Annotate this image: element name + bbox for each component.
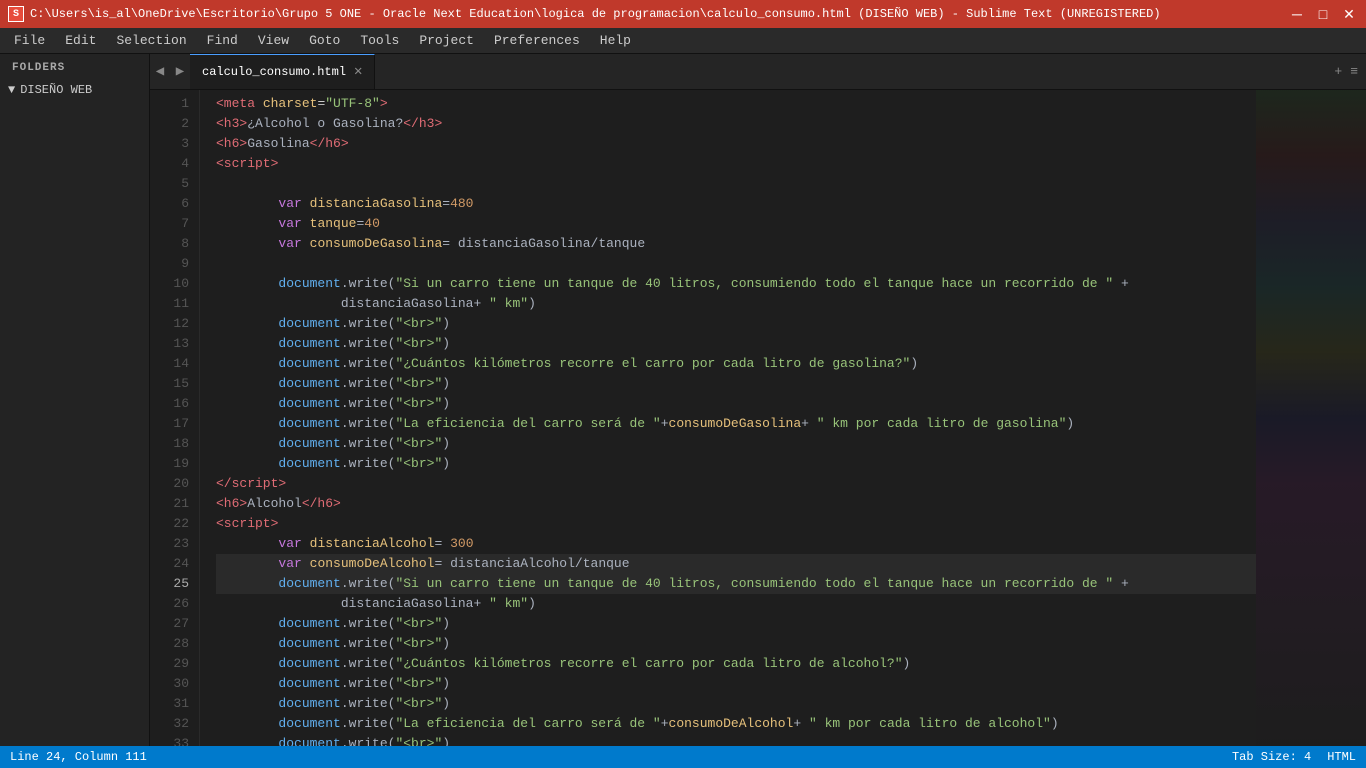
code-line-22: <script> [216, 514, 1256, 534]
code-line-32: document.write("La eficiencia del carro … [216, 714, 1256, 734]
tab-spacer [375, 54, 1326, 89]
tab-actions: + ≡ [1326, 54, 1366, 89]
syntax-language[interactable]: HTML [1327, 750, 1356, 764]
code-line-14: document.write("¿Cuántos kilómetros reco… [216, 354, 1256, 374]
code-line-33: document.write("<br>") [216, 734, 1256, 746]
tab-size-indicator[interactable]: Tab Size: 4 [1232, 750, 1311, 764]
code-line-29: document.write("¿Cuántos kilómetros reco… [216, 654, 1256, 674]
code-line-4: <script> [216, 154, 1256, 174]
code-line-7: var tanque=40 [216, 214, 1256, 234]
tab-bar: ◀ ▶ calculo_consumo.html ✕ + ≡ [150, 54, 1366, 90]
code-line-2: <h3>¿Alcohol o Gasolina?</h3> [216, 114, 1256, 134]
title-bar-left: S C:\Users\is_al\OneDrive\Escritorio\Gru… [8, 6, 1161, 22]
code-line-1: <meta charset="UTF-8"> [216, 94, 1256, 114]
code-line-30: document.write("<br>") [216, 674, 1256, 694]
code-line-3: <h6>Gasolina</h6> [216, 134, 1256, 154]
menu-item-tools[interactable]: Tools [350, 28, 409, 53]
menu-item-project[interactable]: Project [409, 28, 484, 53]
menu-item-preferences[interactable]: Preferences [484, 28, 590, 53]
close-button[interactable]: ✕ [1340, 7, 1358, 21]
tab-calculo-consumo[interactable]: calculo_consumo.html ✕ [190, 54, 375, 89]
code-line-21: <h6>Alcohol</h6> [216, 494, 1256, 514]
code-line-15: document.write("<br>") [216, 374, 1256, 394]
code-content[interactable]: <meta charset="UTF-8"><h3>¿Alcohol o Gas… [200, 90, 1256, 746]
window-controls: ─ □ ✕ [1288, 7, 1358, 21]
status-left: Line 24, Column 111 [10, 750, 147, 764]
line-numbers: 1234567891011121314151617181920212223242… [150, 90, 200, 746]
app-icon: S [8, 6, 24, 22]
main-area: FOLDERS ▼ DISEÑO WEB ◀ ▶ calculo_consumo… [0, 54, 1366, 746]
line-col-indicator: Line 24, Column 111 [10, 750, 147, 764]
minimap [1256, 90, 1366, 746]
code-line-27: document.write("<br>") [216, 614, 1256, 634]
menu-item-find[interactable]: Find [197, 28, 248, 53]
title-bar: S C:\Users\is_al\OneDrive\Escritorio\Gru… [0, 0, 1366, 28]
code-line-18: document.write("<br>") [216, 434, 1256, 454]
editor-area: ◀ ▶ calculo_consumo.html ✕ + ≡ 123456789… [150, 54, 1366, 746]
new-tab-icon[interactable]: + [1334, 64, 1342, 79]
folder-arrow-icon: ▼ [8, 83, 15, 97]
tab-label: calculo_consumo.html [202, 65, 346, 79]
code-line-11: distanciaGasolina+ " km") [216, 294, 1256, 314]
maximize-button[interactable]: □ [1314, 7, 1332, 21]
code-line-23: var distanciaAlcohol= 300 [216, 534, 1256, 554]
code-line-24: var consumoDeAlcohol= distanciaAlcohol/t… [216, 554, 1256, 574]
code-line-9 [216, 254, 1256, 274]
minimap-visual [1256, 90, 1366, 746]
sidebar-item-disenoweb[interactable]: ▼ DISEÑO WEB [0, 80, 149, 100]
menu-item-help[interactable]: Help [590, 28, 641, 53]
sidebar-title: FOLDERS [0, 54, 149, 80]
menu-item-view[interactable]: View [248, 28, 299, 53]
code-line-16: document.write("<br>") [216, 394, 1256, 414]
folder-name: DISEÑO WEB [20, 83, 92, 97]
menu-bar: FileEditSelectionFindViewGotoToolsProjec… [0, 28, 1366, 54]
status-right: Tab Size: 4 HTML [1232, 750, 1356, 764]
code-line-20: </script> [216, 474, 1256, 494]
title-text: C:\Users\is_al\OneDrive\Escritorio\Grupo… [30, 7, 1161, 21]
code-line-25: document.write("Si un carro tiene un tan… [216, 574, 1256, 594]
code-line-6: var distanciaGasolina=480 [216, 194, 1256, 214]
code-line-26: distanciaGasolina+ " km") [216, 594, 1256, 614]
minimize-button[interactable]: ─ [1288, 7, 1306, 21]
tab-nav-left[interactable]: ◀ [150, 54, 170, 89]
code-line-5 [216, 174, 1256, 194]
code-line-31: document.write("<br>") [216, 694, 1256, 714]
menu-item-goto[interactable]: Goto [299, 28, 350, 53]
menu-item-selection[interactable]: Selection [106, 28, 196, 53]
code-line-17: document.write("La eficiencia del carro … [216, 414, 1256, 434]
code-line-10: document.write("Si un carro tiene un tan… [216, 274, 1256, 294]
code-line-19: document.write("<br>") [216, 454, 1256, 474]
code-line-13: document.write("<br>") [216, 334, 1256, 354]
tab-options-icon[interactable]: ≡ [1350, 64, 1358, 79]
status-bar: Line 24, Column 111 Tab Size: 4 HTML [0, 746, 1366, 768]
tab-nav-right[interactable]: ▶ [170, 54, 190, 89]
code-line-12: document.write("<br>") [216, 314, 1256, 334]
menu-item-file[interactable]: File [4, 28, 55, 53]
sidebar: FOLDERS ▼ DISEÑO WEB [0, 54, 150, 746]
tab-close-icon[interactable]: ✕ [354, 65, 362, 79]
menu-item-edit[interactable]: Edit [55, 28, 106, 53]
code-container: 1234567891011121314151617181920212223242… [150, 90, 1366, 746]
code-line-28: document.write("<br>") [216, 634, 1256, 654]
code-line-8: var consumoDeGasolina= distanciaGasolina… [216, 234, 1256, 254]
